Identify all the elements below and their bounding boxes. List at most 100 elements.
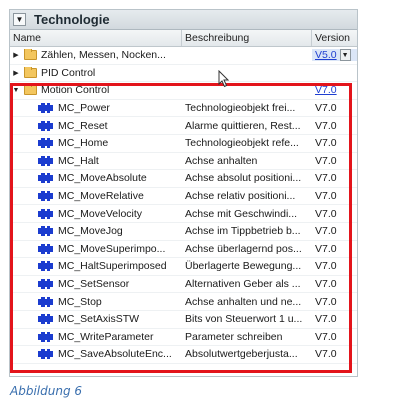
version-cell: V7.0 [312, 313, 357, 325]
item-name: MC_WriteParameter [58, 330, 154, 343]
technology-object-icon [38, 208, 53, 219]
name-cell: MC_MoveVelocity [10, 208, 182, 220]
description-cell: Alarme quittieren, Rest... [185, 119, 301, 132]
item-name: MC_Home [58, 137, 109, 150]
version-text: V7.0 [315, 260, 337, 273]
version-cell: V7.0 [312, 348, 357, 360]
item-name: MC_MoveSuperimpo... [58, 242, 166, 255]
technology-object-icon [38, 331, 53, 342]
version-cell: V7.0 [312, 84, 357, 96]
tree-item-row[interactable]: MC_Power Technologieobjekt frei... V7.0 [10, 100, 357, 118]
tree-item-row[interactable]: MC_MoveRelative Achse relativ positioni..… [10, 188, 357, 206]
version-text: V7.0 [315, 295, 337, 308]
tree-item-row[interactable]: MC_SaveAbsoluteEnc... Absolutwertgeberjus… [10, 346, 357, 364]
technology-object-icon [38, 314, 53, 325]
version-text: V7.0 [315, 207, 337, 220]
tree-item-row[interactable]: MC_Reset Alarme quittieren, Rest... V7.0 [10, 117, 357, 135]
version-text: V7.0 [315, 154, 337, 167]
description-cell: Parameter schreiben [185, 330, 283, 343]
tree-item-row[interactable]: MC_Stop Achse anhalten und ne... V7.0 [10, 293, 357, 311]
version-cell: V7.0 [312, 296, 357, 308]
folder-icon [24, 49, 37, 61]
version-cell: V7.0 [312, 278, 357, 290]
tree-item-row[interactable]: MC_MoveAbsolute Achse absolut positioni..… [10, 170, 357, 188]
item-name: MC_MoveRelative [58, 190, 144, 203]
collapse-arrow-icon[interactable]: ▼ [11, 87, 21, 94]
version-link[interactable]: V7.0 [315, 84, 337, 96]
item-name: MC_MoveAbsolute [58, 172, 147, 185]
version-cell: V7.0 [312, 120, 357, 132]
technology-object-icon [38, 279, 53, 290]
expand-arrow-icon[interactable]: ▶ [11, 69, 21, 77]
version-text: V7.0 [315, 278, 337, 291]
tree-folder-row[interactable]: ▶ PID Control [10, 65, 357, 83]
panel-titlebar[interactable]: ▼ Technologie [10, 10, 357, 30]
version-text: V7.0 [315, 242, 337, 255]
version-cell: V5.0 ▼ [312, 49, 357, 62]
name-cell: MC_Halt [10, 155, 182, 167]
description-cell: Achse anhalten und ne... [185, 295, 302, 308]
table-header: Name Beschreibung Version [10, 30, 357, 47]
name-cell: MC_SetAxisSTW [10, 313, 182, 325]
description-cell: Bits von Steuerwort 1 u... [185, 313, 303, 326]
description-cell: Achse überlagernd pos... [185, 242, 302, 255]
version-cell: V7.0 [312, 260, 357, 272]
tree-item-row[interactable]: MC_Halt Achse anhalten V7.0 [10, 153, 357, 171]
item-name: MC_Reset [58, 119, 108, 132]
tree-item-row[interactable]: MC_HaltSuperimposed Überlagerte Bewegung.… [10, 258, 357, 276]
technology-panel: ▼ Technologie Name Beschreibung Version … [9, 9, 358, 377]
tree-item-row[interactable]: MC_WriteParameter Parameter schreiben V7.0 [10, 329, 357, 347]
item-name: MC_SaveAbsoluteEnc... [58, 348, 172, 361]
collapse-icon[interactable]: ▼ [13, 13, 26, 26]
version-text: V7.0 [315, 119, 337, 132]
tree-item-row[interactable]: MC_SetAxisSTW Bits von Steuerwort 1 u... V… [10, 311, 357, 329]
technology-object-icon [38, 173, 53, 184]
item-name: MC_Power [58, 102, 110, 115]
description-cell: Überlagerte Bewegung... [185, 260, 302, 273]
name-cell: ▼ Motion Control [10, 84, 182, 96]
tree-item-row[interactable]: MC_MoveSuperimpo... Achse überlagernd pos… [10, 241, 357, 259]
name-cell: ▶ PID Control [10, 66, 182, 79]
column-header-description[interactable]: Beschreibung [182, 30, 312, 46]
version-text: V7.0 [315, 330, 337, 343]
tree-item-row[interactable]: MC_SetSensor Alternativen Geber als ... V7… [10, 276, 357, 294]
folder-icon [24, 66, 37, 78]
description-cell: Achse relativ positioni... [185, 190, 296, 203]
tree-folder-row[interactable]: ▶ Zählen, Messen, Nocken... V5.0 ▼ [10, 47, 357, 65]
version-cell: V7.0 [312, 225, 357, 237]
technology-object-icon [38, 226, 53, 237]
tree-table: ▶ Zählen, Messen, Nocken... V5.0 ▼ ▶ PID Cont… [10, 47, 357, 364]
version-text: V7.0 [315, 172, 337, 185]
name-cell: MC_SetSensor [10, 278, 182, 290]
figure-caption: Abbildung 6 [10, 384, 83, 398]
name-cell: MC_SaveAbsoluteEnc... [10, 348, 182, 360]
column-header-version[interactable]: Version [312, 30, 357, 46]
technology-object-icon [38, 349, 53, 360]
column-header-name[interactable]: Name [10, 30, 182, 46]
version-dropdown-icon[interactable]: ▼ [339, 49, 351, 62]
name-cell: MC_MoveJog [10, 225, 182, 237]
tree-folder-row[interactable]: ▼ Motion Control V7.0 [10, 82, 357, 100]
description-cell: Alternativen Geber als ... [185, 278, 301, 291]
item-name: MC_SetSensor [58, 278, 130, 291]
description-cell: Absolutwertgeberjusta... [185, 348, 298, 361]
description-cell: Achse anhalten [185, 154, 258, 167]
name-cell: MC_MoveSuperimpo... [10, 243, 182, 255]
item-name: MC_Stop [58, 295, 102, 308]
item-name: MC_Halt [58, 154, 99, 167]
expand-arrow-icon[interactable]: ▶ [11, 51, 21, 59]
description-cell: Achse absolut positioni... [185, 172, 302, 185]
folder-icon [24, 84, 37, 96]
version-text: V7.0 [315, 190, 337, 203]
name-cell: MC_MoveAbsolute [10, 172, 182, 184]
technology-object-icon [38, 155, 53, 166]
version-link[interactable]: V5.0 [315, 49, 337, 61]
description-cell: Technologieobjekt refe... [185, 137, 299, 150]
description-cell: Achse mit Geschwindi... [185, 207, 298, 220]
tree-item-row[interactable]: MC_Home Technologieobjekt refe... V7.0 [10, 135, 357, 153]
mouse-cursor-icon [218, 70, 230, 88]
item-name: Motion Control [41, 84, 110, 97]
tree-item-row[interactable]: MC_MoveVelocity Achse mit Geschwindi... V7… [10, 205, 357, 223]
version-cell: V7.0 [312, 190, 357, 202]
tree-item-row[interactable]: MC_MoveJog Achse im Tippbetrieb b... V7.0 [10, 223, 357, 241]
